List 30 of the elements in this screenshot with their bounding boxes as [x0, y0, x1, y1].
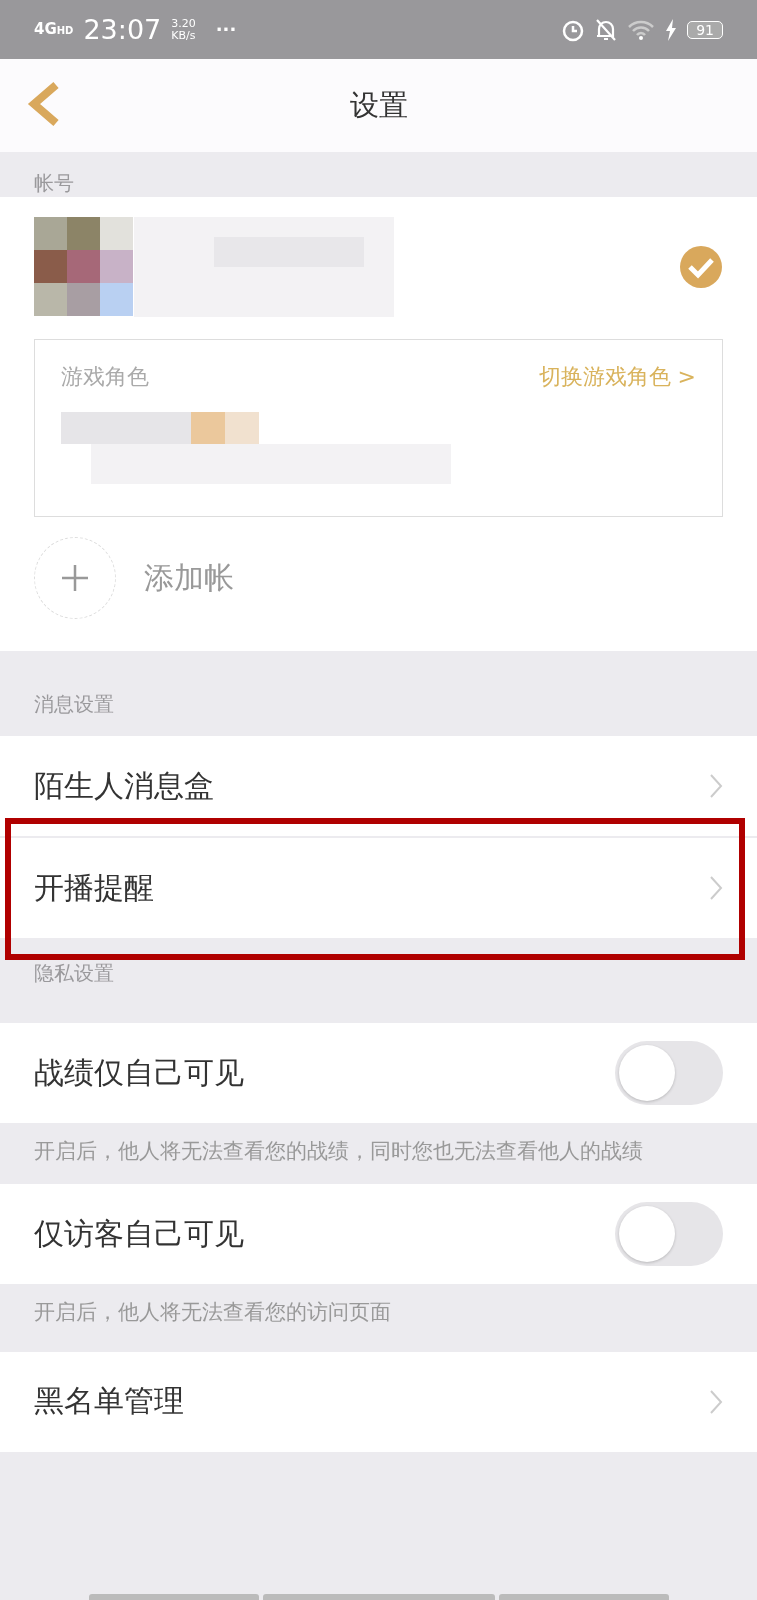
row-label: 仅访客自己可见 — [34, 1214, 244, 1253]
back-icon[interactable] — [26, 81, 60, 127]
section-label: 消息设置 — [33, 691, 115, 718]
section-label: 隐私设置 — [33, 960, 115, 987]
row-label: 黑名单管理 — [34, 1382, 184, 1421]
chevron-right-icon — [709, 773, 723, 799]
page-title: 设置 — [349, 86, 408, 124]
row-label: 陌生人消息盒 — [34, 766, 214, 805]
setting-note: 开启后，他人将无法查看您的访问页面 — [33, 1299, 392, 1327]
role-label: 游戏角色 — [61, 363, 149, 391]
wifi-icon — [627, 18, 656, 41]
section-label: 帐号 — [33, 170, 75, 197]
settings-row[interactable]: 开播提醒 — [0, 838, 757, 938]
clock-time: 23:07 — [83, 14, 162, 45]
add-account-label: 添加帐 — [144, 558, 234, 597]
muted-bell-icon — [595, 17, 618, 42]
plus-icon — [60, 563, 90, 593]
row-label: 开播提醒 — [34, 868, 154, 907]
settings-row[interactable]: 陌生人消息盒 — [0, 736, 757, 836]
check-icon[interactable] — [679, 245, 723, 289]
chevron-right-icon — [709, 1388, 723, 1415]
setting-note: 开启后，他人将无法查看您的战绩，同时您也无法查看他人的战绩 — [33, 1138, 644, 1165]
more-notifications: ··· — [215, 19, 237, 40]
battery-level: 91 — [687, 20, 723, 39]
network-indicator: 4GHD — [34, 22, 74, 37]
charging-icon — [665, 18, 678, 41]
settings-row[interactable]: 黑名单管理 — [0, 1351, 757, 1452]
chevron-right-icon — [709, 875, 723, 901]
row-label: 战绩仅自己可见 — [34, 1053, 244, 1092]
network-speed: 3.20 KB/s — [171, 17, 196, 42]
